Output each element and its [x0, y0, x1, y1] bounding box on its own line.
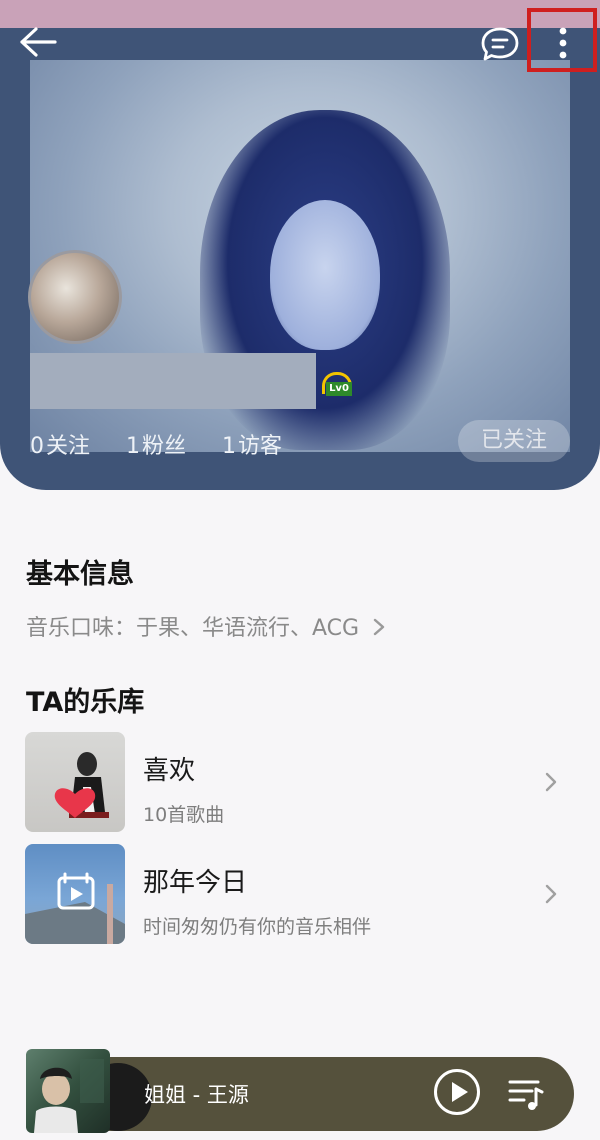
cover-figure-face [270, 200, 380, 350]
library-item-title: 那年今日 [143, 868, 248, 898]
avatar[interactable] [28, 250, 122, 344]
chevron-right-icon [373, 618, 385, 636]
stat-visitors[interactable]: 1访客 [222, 428, 282, 460]
back-arrow-icon[interactable] [18, 26, 58, 58]
library-item-title: 喜欢 [143, 756, 196, 786]
message-bubble-icon[interactable] [480, 26, 520, 62]
mini-player[interactable]: 姐姐 - 王源 [26, 1049, 574, 1133]
music-taste-text: 音乐口味：于果、华语流行、ACG [26, 616, 360, 641]
followed-button[interactable]: 已关注 [458, 420, 570, 462]
library-item-liked[interactable]: 喜欢 10首歌曲 [25, 732, 575, 832]
library-item-subtitle: 10首歌曲 [143, 804, 225, 826]
stats-row: 0关注 1粉丝 1访客 [30, 428, 282, 460]
profile-header: Lv0 0关注 1粉丝 1访客 已关注 [0, 28, 600, 490]
chevron-right-icon [543, 770, 559, 798]
stat-following[interactable]: 0关注 [30, 428, 90, 460]
album-cover[interactable] [26, 1049, 110, 1133]
play-icon[interactable] [434, 1069, 480, 1115]
highlight-box [527, 8, 597, 72]
liked-thumbnail [25, 732, 125, 832]
library-title: TA的乐库 [26, 687, 145, 718]
level-badge-label: Lv0 [326, 382, 352, 396]
library-item-on-this-day[interactable]: 那年今日 时间匆匆仍有你的音乐相伴 [25, 844, 575, 944]
username-redacted [30, 353, 316, 409]
on-this-day-thumbnail [25, 844, 125, 944]
music-taste-row[interactable]: 音乐口味：于果、华语流行、ACG [26, 610, 386, 642]
level-badge: Lv0 [322, 372, 352, 396]
chevron-right-icon [543, 882, 559, 910]
stat-fans[interactable]: 1粉丝 [126, 428, 186, 460]
basic-info-title: 基本信息 [26, 559, 134, 590]
now-playing-title: 姐姐 - 王源 [144, 1083, 249, 1107]
library-item-subtitle: 时间匆匆仍有你的音乐相伴 [143, 916, 372, 938]
playlist-icon[interactable] [508, 1077, 544, 1111]
